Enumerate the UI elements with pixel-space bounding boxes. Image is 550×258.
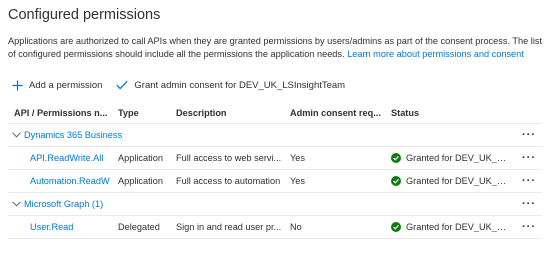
grant-admin-consent-label: Grant admin consent for DEV_UK_LSInsight… <box>134 79 346 91</box>
header-status[interactable]: Status <box>385 108 510 118</box>
table-header: API / Permissions n... Type Description … <box>8 102 542 125</box>
status-text: Granted for DEV_UK_LSI... <box>406 153 510 164</box>
group-more-cell: ··· <box>510 199 542 209</box>
permission-type: Application <box>118 153 163 164</box>
success-check-icon <box>391 176 401 187</box>
add-permission-label: Add a permission <box>29 79 103 91</box>
permission-description: Sign in and read user pr... <box>176 222 282 233</box>
header-admin-consent[interactable]: Admin consent req... <box>284 108 385 118</box>
configured-permissions-panel: Configured permissions Applications are … <box>0 0 550 258</box>
checkmark-icon <box>116 80 129 90</box>
status-text: Granted for DEV_UK_LSI... <box>406 176 510 187</box>
chevron-down-icon <box>12 201 21 207</box>
grant-admin-consent-button[interactable]: Grant admin consent for DEV_UK_LSInsight… <box>116 80 345 91</box>
group-label-dynamics: Dynamics 365 Business <box>24 130 123 141</box>
learn-more-link[interactable]: Learn more about permissions and consent <box>347 49 524 59</box>
permission-admin-required: Yes <box>290 153 305 164</box>
more-icon[interactable]: ··· <box>522 199 536 209</box>
group-more-cell: ··· <box>510 130 542 140</box>
header-api[interactable]: API / Permissions n... <box>8 108 112 118</box>
more-icon[interactable]: ··· <box>522 176 536 186</box>
success-check-icon <box>391 153 401 164</box>
permission-status: Granted for DEV_UK_LSI... <box>385 176 510 187</box>
permission-type: Application <box>118 176 163 187</box>
table-row: API.ReadWrite.All Application Full acces… <box>8 147 542 171</box>
permission-type: Delegated <box>118 222 160 233</box>
group-row-microsoft-graph: Microsoft Graph (1) ··· <box>8 193 542 217</box>
more-icon[interactable]: ··· <box>522 222 536 232</box>
chevron-down-icon <box>12 132 21 138</box>
group-row-dynamics: Dynamics 365 Business ··· <box>8 124 542 148</box>
row-more-cell: ··· <box>510 176 542 186</box>
permission-admin-required: No <box>290 222 302 233</box>
permissions-table: API / Permissions n... Type Description … <box>8 102 542 240</box>
row-more-cell: ··· <box>510 222 542 232</box>
permission-link[interactable]: User.Read <box>8 222 112 232</box>
status-text: Granted for DEV_UK_LSI... <box>406 222 510 233</box>
more-icon[interactable]: ··· <box>522 130 536 140</box>
permission-link[interactable]: Automation.ReadW <box>8 176 112 186</box>
success-check-icon <box>391 222 401 233</box>
add-permission-button[interactable]: Add a permission <box>12 80 102 91</box>
permission-admin-required: Yes <box>290 176 305 187</box>
plus-icon <box>12 80 23 91</box>
group-toggle-dynamics[interactable]: Dynamics 365 Business <box>8 130 144 140</box>
group-label-microsoft-graph: Microsoft Graph (1) <box>24 199 104 210</box>
group-toggle-microsoft-graph[interactable]: Microsoft Graph (1) <box>8 199 144 209</box>
page-description: Applications are authorized to call APIs… <box>8 35 542 60</box>
permission-status: Granted for DEV_UK_LSI... <box>385 222 510 233</box>
table-row: Automation.ReadW Application Full access… <box>8 170 542 194</box>
permission-description: Full access to automation <box>176 176 281 187</box>
page-title: Configured permissions <box>8 7 161 23</box>
permission-status: Granted for DEV_UK_LSI... <box>385 153 510 164</box>
toolbar: Add a permission Grant admin consent for… <box>8 78 542 92</box>
more-icon[interactable]: ··· <box>522 153 536 163</box>
permission-description: Full access to web servi... <box>176 153 282 164</box>
header-description[interactable]: Description <box>170 108 284 118</box>
table-row: User.Read Delegated Sign in and read use… <box>8 216 542 240</box>
row-more-cell: ··· <box>510 153 542 163</box>
permission-link[interactable]: API.ReadWrite.All <box>8 153 112 163</box>
header-type[interactable]: Type <box>112 108 170 118</box>
